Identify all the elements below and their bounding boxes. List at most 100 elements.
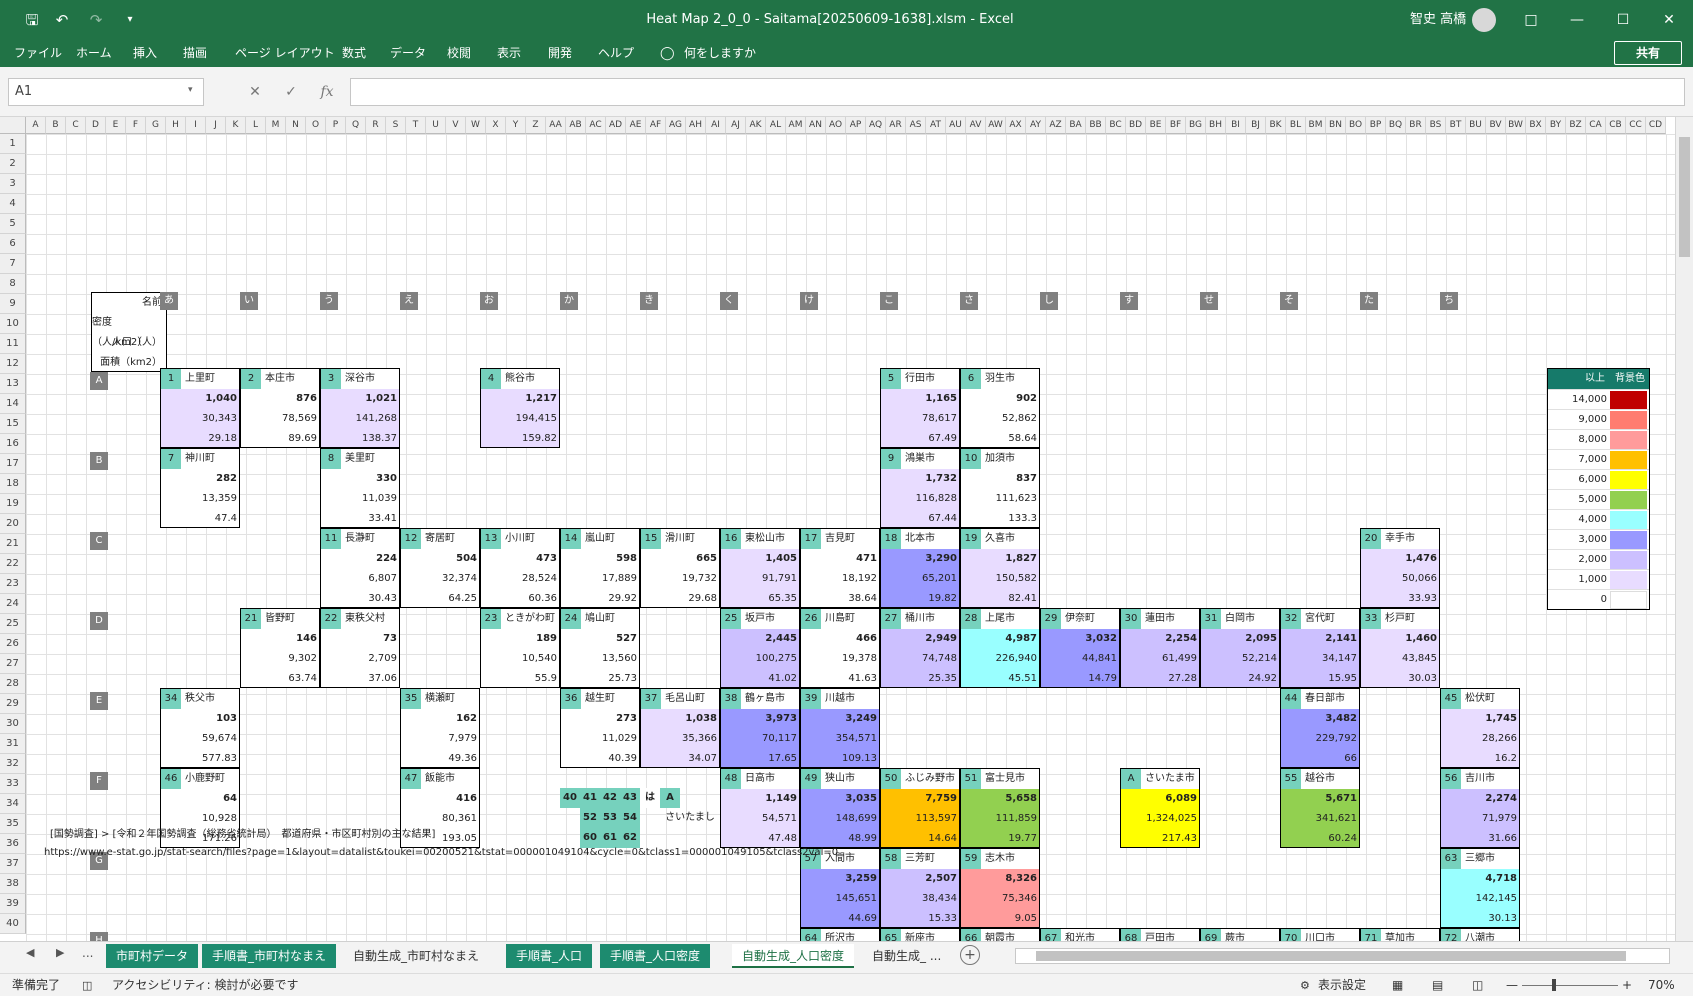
column-header[interactable]: AY [1026,117,1046,134]
row-header[interactable]: 33 [0,774,26,794]
municipality-cell[interactable]: 59 志木市 8,326 75,346 9.05 [960,848,1040,928]
display-settings-button[interactable]: 表示設定 [1318,974,1366,997]
tab-help[interactable]: ヘルプ [598,40,634,67]
municipality-cell[interactable]: 2 本庄市 876 78,569 89.69 [240,368,320,448]
municipality-cell[interactable]: 44 春日部市 3,482 229,792 66 [1280,688,1360,768]
column-header[interactable]: E [106,117,126,134]
column-header[interactable]: Z [526,117,546,134]
select-all-corner[interactable] [0,117,26,134]
column-header[interactable]: AC [586,117,606,134]
horizontal-scrollbar[interactable] [1015,948,1670,964]
row-header[interactable]: 31 [0,734,26,754]
row-header[interactable]: 5 [0,214,26,234]
column-header[interactable]: BL [1286,117,1306,134]
row-header[interactable]: 28 [0,674,26,694]
municipality-cell[interactable]: 68戸田市7,746140,89918.19 [1120,928,1200,941]
horizontal-scroll-thumb[interactable] [1036,951,1626,961]
column-header[interactable]: BR [1406,117,1426,134]
row-header[interactable]: 3 [0,174,26,194]
row-header[interactable]: 16 [0,434,26,454]
row-header[interactable]: 12 [0,354,26,374]
municipality-cell[interactable]: 31 白岡市 2,095 52,214 24.92 [1200,608,1280,688]
municipality-cell[interactable]: 19 久喜市 1,827 150,582 82.41 [960,528,1040,608]
enter-icon[interactable]: ✓ [276,78,306,106]
name-box[interactable]: A1 [8,78,204,106]
insert-function-button[interactable]: fx [312,78,342,106]
column-header[interactable]: BI [1226,117,1246,134]
municipality-cell[interactable]: 72八潮市5,18193,36318.02 [1440,928,1520,941]
tab-formulas[interactable]: 数式 [342,40,366,67]
row-header[interactable]: 26 [0,634,26,654]
column-header[interactable]: AU [946,117,966,134]
column-header[interactable]: BW [1506,117,1526,134]
municipality-cell[interactable]: 55 越谷市 5,671 341,621 60.24 [1280,768,1360,848]
column-header[interactable]: Y [506,117,526,134]
municipality-cell[interactable]: 64所沢市4,749342,46472.11 [800,928,880,941]
more-sheets-icon[interactable]: ... [82,946,93,960]
row-header[interactable]: 4 [0,194,26,214]
column-header[interactable]: CB [1606,117,1626,134]
row-header[interactable]: 29 [0,694,26,714]
column-header[interactable]: H [166,117,186,134]
column-header[interactable]: K [226,117,246,134]
municipality-cell[interactable]: 69蕨市14,39774,2835.11 [1200,928,1280,941]
tab-developer[interactable]: 開発 [548,40,572,67]
column-header[interactable]: C [66,117,86,134]
municipality-cell[interactable]: 10 加須市 837 111,623 133.3 [960,448,1040,528]
municipality-cell[interactable]: 51 富士見市 5,658 111,859 19.77 [960,768,1040,848]
row-header[interactable]: 2 [0,154,26,174]
sheet-tab[interactable]: 手順書_市町村なまえ [202,944,337,968]
municipality-cell[interactable]: 29 伊奈町 3,032 44,841 14.79 [1040,608,1120,688]
municipality-cell[interactable]: 66朝霞市7,693141,08318.34 [960,928,1040,941]
column-header[interactable]: BU [1466,117,1486,134]
zoom-slider[interactable] [1522,985,1618,986]
column-header[interactable]: AD [606,117,626,134]
municipality-cell[interactable]: 11 長瀞町 224 6,807 30.43 [320,528,400,608]
column-header[interactable]: AF [646,117,666,134]
column-header[interactable]: AE [626,117,646,134]
column-header[interactable]: BE [1146,117,1166,134]
column-header[interactable]: BM [1306,117,1326,134]
municipality-cell[interactable]: A さいたま市 6,089 1,324,025 217.43 [1120,768,1200,848]
row-header[interactable]: 9 [0,294,26,314]
municipality-cell[interactable]: 65新座市7,288166,01722.78 [880,928,960,941]
municipality-cell[interactable]: 4 熊谷市 1,217 194,415 159.82 [480,368,560,448]
municipality-cell[interactable]: 37 毛呂山町 1,038 35,366 34.07 [640,688,720,768]
column-header[interactable]: AQ [866,117,886,134]
maximize-icon[interactable]: ☐ [1600,0,1646,40]
municipality-cell[interactable]: 18 北本市 3,290 65,201 19.82 [880,528,960,608]
municipality-cell[interactable]: 38 鶴ヶ島市 3,973 70,117 17.65 [720,688,800,768]
add-sheet-icon[interactable]: + [960,945,980,965]
municipality-cell[interactable]: 20 幸手市 1,476 50,066 33.93 [1360,528,1440,608]
municipality-cell[interactable]: 13 小川町 473 28,524 60.36 [480,528,560,608]
minimize-icon[interactable]: — [1554,0,1600,40]
column-header[interactable]: M [266,117,286,134]
row-header[interactable]: 17 [0,454,26,474]
row-header[interactable]: 7 [0,254,26,274]
column-header[interactable]: CD [1646,117,1666,134]
column-header[interactable]: BH [1206,117,1226,134]
row-header[interactable]: 13 [0,374,26,394]
column-header[interactable]: AP [846,117,866,134]
ribbon-display-options-icon[interactable]: □ [1508,0,1554,40]
municipality-cell[interactable]: 36 越生町 273 11,029 40.39 [560,688,640,768]
zoom-out-icon[interactable]: — [1506,974,1518,997]
column-header[interactable]: BX [1526,117,1546,134]
column-header[interactable]: BP [1366,117,1386,134]
row-header[interactable]: 1 [0,134,26,154]
tell-me-search[interactable]: 何をしますか [684,40,756,67]
column-header[interactable]: AI [706,117,726,134]
save-icon[interactable]: 🖫 [20,8,44,32]
tab-data[interactable]: データ [390,40,426,67]
column-header[interactable]: AS [906,117,926,134]
column-header[interactable]: Q [346,117,366,134]
next-sheet-icon[interactable]: ▶ [56,946,64,959]
worksheet-grid[interactable]: A B C D E F G H I J K L M N O P Q R S T U V W X Y Z AA AB AC AD AE AF AG… [0,117,1693,941]
name-box-dropdown-icon[interactable]: ▾ [188,85,193,95]
column-header[interactable]: T [406,117,426,134]
municipality-cell[interactable]: 45 松伏町 1,745 28,266 16.2 [1440,688,1520,768]
page-break-view-icon[interactable]: ◫ [1472,974,1483,997]
column-header[interactable]: N [286,117,306,134]
row-header[interactable]: 39 [0,894,26,914]
column-header[interactable]: BD [1126,117,1146,134]
